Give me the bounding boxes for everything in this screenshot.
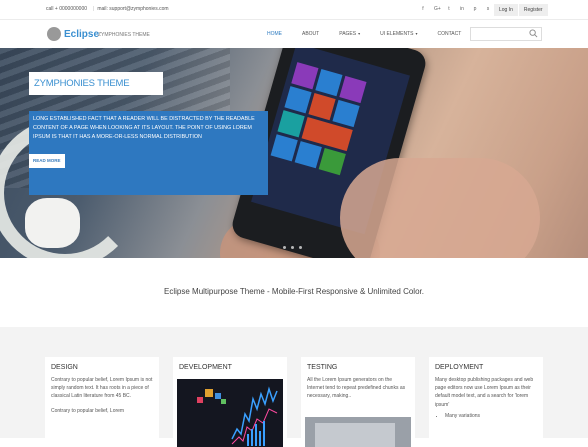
search-input[interactable] <box>470 27 542 41</box>
feature-list: Many variations <box>435 413 537 419</box>
slide-title: ZYMPHONIES THEME <box>29 72 163 95</box>
feature-card-design: DESIGN Contrary to popular belief, Lorem… <box>45 357 159 447</box>
twitter-icon[interactable]: t <box>447 6 451 12</box>
nav-ui-elements[interactable]: UI ELEMENTS ▾ <box>380 31 417 37</box>
hero-slider: ZYMPHONIES THEME LONG ESTABLISHED FACT T… <box>0 48 588 258</box>
search-icon[interactable] <box>529 29 538 38</box>
testing-image <box>305 417 411 447</box>
feature-text: All the Lorem Ipsum generators on the In… <box>307 377 406 400</box>
facebook-icon[interactable]: f <box>421 6 425 12</box>
nav-ui-elements-label: UI ELEMENTS <box>380 31 414 37</box>
social-links: f G+ t in p s <box>421 6 490 12</box>
nav-home[interactable]: HOME <box>267 31 282 37</box>
feature-card-development: DEVELOPMENT <box>173 357 287 447</box>
list-item: Many variations <box>445 413 537 419</box>
slide-description: LONG ESTABLISHED FACT THAT A READER WILL… <box>29 111 268 195</box>
logo-name[interactable]: Eclipse <box>64 29 99 40</box>
contact-info: call + 0000000000 | mail: support@zymphoni… <box>46 6 169 12</box>
top-bar: call + 0000000000 | mail: support@zymphoni… <box>0 0 588 20</box>
main-nav: HOME ABOUT PAGES ▾ UI ELEMENTS ▾ CONTACT <box>267 31 481 37</box>
logo-tagline: ZYMPHONIES THEME <box>98 32 150 38</box>
site-tagline: Eclipse Multipurpose Theme - Mobile-Firs… <box>164 287 424 296</box>
feature-text: Contrary to popular belief, Lorem Ipsum … <box>51 377 153 400</box>
main-header: Eclipse ZYMPHONIES THEME HOME ABOUT PAGE… <box>0 20 588 48</box>
slider-dot[interactable] <box>283 246 286 249</box>
chevron-down-icon: ▾ <box>415 31 418 36</box>
slider-dot[interactable] <box>299 246 302 249</box>
nav-contact[interactable]: CONTACT <box>437 31 461 37</box>
feature-text: Contrary to popular belief, Lorem <box>51 407 125 414</box>
slider-dots <box>283 246 302 249</box>
register-button[interactable]: Register <box>518 4 549 16</box>
hand-image <box>340 158 540 258</box>
nav-pages-label: PAGES <box>339 31 357 37</box>
phone-text: call + 0000000000 <box>46 6 88 12</box>
headphone-cup-image <box>25 198 80 248</box>
login-button[interactable]: Log In <box>494 4 519 16</box>
auth-links: Log In Register <box>494 4 549 16</box>
development-image <box>177 379 283 447</box>
feature-title: TESTING <box>307 364 338 371</box>
read-more-button[interactable]: READ MORE <box>29 154 65 168</box>
nav-about[interactable]: ABOUT <box>302 31 319 37</box>
nav-pages[interactable]: PAGES ▾ <box>339 31 360 37</box>
feature-title: DEVELOPMENT <box>179 364 232 371</box>
feature-title: DEPLOYMENT <box>435 364 484 371</box>
feature-card-deployment: DEPLOYMENT Many desktop publishing packa… <box>429 357 543 447</box>
linkedin-icon[interactable]: in <box>460 6 464 12</box>
chevron-down-icon: ▾ <box>358 31 361 36</box>
feature-card-testing: TESTING All the Lorem Ipsum generators o… <box>301 357 415 447</box>
feature-text: Many desktop publishing packages and web… <box>435 377 534 408</box>
features-section: DESIGN Contrary to popular belief, Lorem… <box>0 327 588 447</box>
email-text: mail: support@zymphonies.com <box>97 6 169 12</box>
feature-title: DESIGN <box>51 364 78 371</box>
skype-icon[interactable]: s <box>486 6 490 12</box>
logo-icon[interactable] <box>47 27 61 41</box>
google-plus-icon[interactable]: G+ <box>434 6 441 12</box>
slider-dot[interactable] <box>291 246 294 249</box>
pinterest-icon[interactable]: p <box>473 6 477 12</box>
